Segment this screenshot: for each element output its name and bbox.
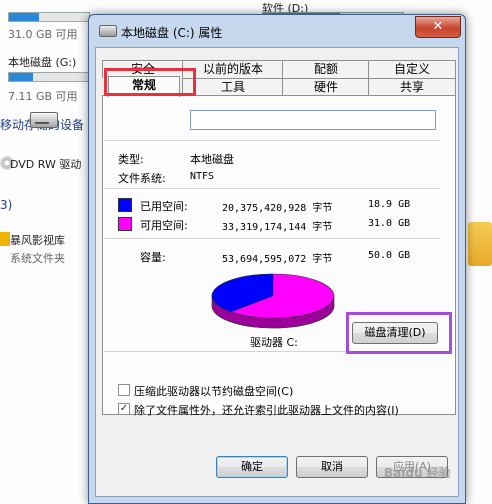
tab-sharing[interactable]: 共享 [368, 78, 456, 96]
volume-name-input[interactable] [190, 110, 436, 130]
folder-icon[interactable] [468, 222, 492, 266]
capacity-label: 容量: [140, 251, 166, 264]
library-sub-label: 系统文件夹 [10, 252, 65, 265]
drive-c-usage-bar [8, 12, 90, 22]
capacity-bytes: 53,694,595,072 字节 [222, 254, 333, 265]
free-space-swatch [118, 217, 132, 231]
dvd-drive-label[interactable]: DVD RW 驱动 [10, 156, 81, 172]
tab-tools[interactable]: 工具 [182, 78, 284, 96]
free-space-label: 可用空间: [140, 219, 188, 232]
section-other: 3) [0, 198, 13, 212]
used-space-gb: 18.9 GB [368, 199, 411, 210]
disk-usage-pie-chart [211, 273, 335, 329]
index-label[interactable]: 除了文件属性外，还允许索引此驱动器上文件的内容(I) [134, 402, 399, 418]
used-space-swatch [118, 198, 132, 212]
cancel-button[interactable]: 取消 [296, 456, 368, 478]
drive-g-label[interactable]: 本地磁盘 (G:) [8, 54, 76, 70]
compress-checkbox[interactable] [118, 384, 130, 396]
used-space-bytes: 20,375,420,928 字节 [222, 203, 333, 214]
library-label[interactable]: 暴风影视库 [10, 232, 65, 248]
drive-icon [30, 112, 58, 128]
used-space-label: 已用空间: [140, 200, 188, 213]
close-button[interactable]: ✕ [415, 16, 461, 38]
ok-button[interactable]: 确定 [216, 456, 288, 478]
tab-quota[interactable]: 配额 [282, 60, 370, 78]
watermark: Baidu 经验 [374, 452, 492, 492]
type-value: 本地磁盘 [190, 153, 234, 166]
free-space-gb: 31.0 GB [368, 218, 411, 229]
filesystem-value: NTFS [190, 171, 215, 182]
general-tab-highlight [104, 68, 196, 96]
drive-title-icon [99, 25, 117, 37]
drive-g-usage-bar [8, 72, 90, 82]
tab-previous-versions[interactable]: 以前的版本 [182, 60, 284, 78]
filesystem-label: 文件系统: [118, 172, 166, 185]
cleanup-button-highlight [346, 312, 452, 354]
tab-hardware[interactable]: 硬件 [282, 78, 370, 96]
separator [104, 188, 440, 190]
capacity-gb: 50.0 GB [368, 250, 411, 261]
drive-g-free-text: 7.11 GB 可用 [8, 90, 78, 103]
compress-label[interactable]: 压缩此驱动器以节约磁盘空间(C) [134, 383, 293, 399]
type-label: 类型: [118, 153, 144, 166]
separator [104, 238, 440, 240]
tab-customize[interactable]: 自定义 [368, 60, 456, 78]
separator [104, 140, 440, 142]
drive-c-free-text: 31.0 GB 可用 [8, 28, 78, 41]
library-icon [0, 232, 10, 246]
index-checkbox[interactable]: ✓ [118, 403, 130, 415]
watermark-text: Baidu 经验 [384, 466, 451, 480]
dialog-titlebar[interactable]: 本地磁盘 (C:) 属性 ✕ [89, 15, 465, 47]
free-space-bytes: 33,319,174,144 字节 [222, 222, 333, 233]
dialog-title: 本地磁盘 (C:) 属性 [121, 26, 223, 40]
drive-letter-label: 驱动器 C: [250, 336, 298, 349]
